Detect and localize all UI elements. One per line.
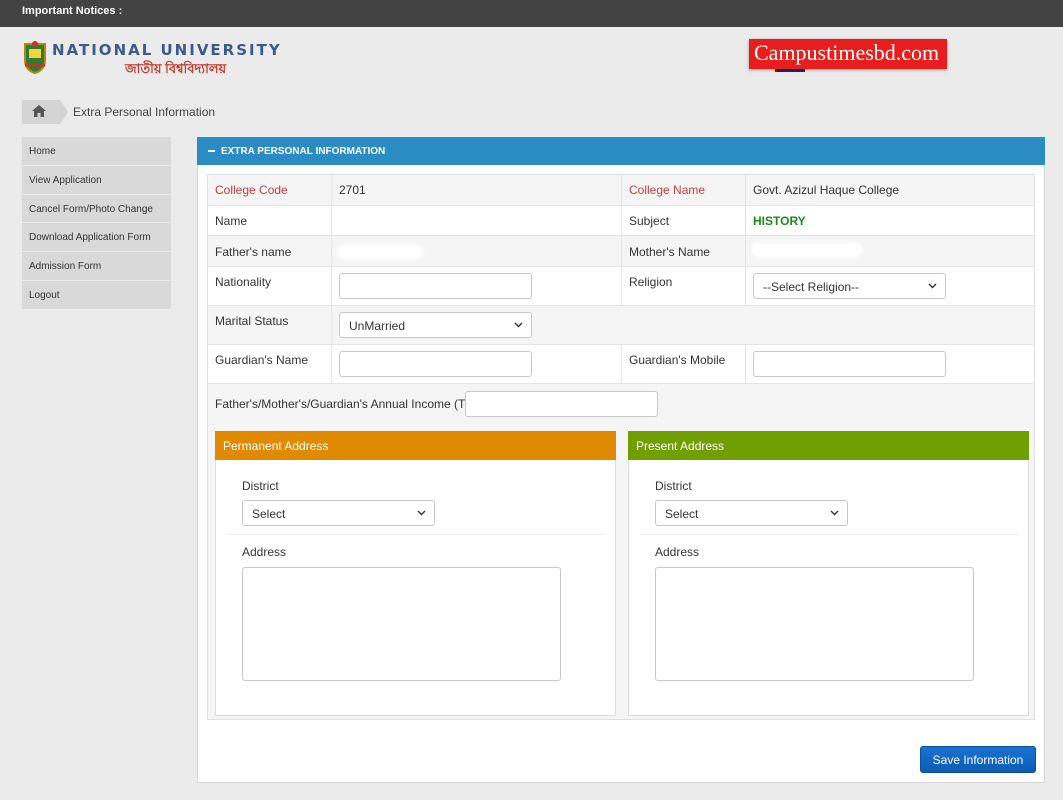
present-district-selected: Select	[665, 507, 699, 521]
chevron-down-icon	[417, 510, 426, 516]
logo-text-english: NATIONAL UNIVERSITY	[52, 41, 282, 59]
father-name-redacted	[339, 246, 421, 258]
extra-info-panel: EXTRA PERSONAL INFORMATION College Code …	[197, 137, 1045, 783]
permanent-address-section: Permanent Address District Select Addres…	[215, 431, 616, 716]
marital-status-selected: UnMarried	[349, 319, 406, 333]
logo-text-bangla: জাতীয় বিশ্ববিদ্যালয়	[125, 61, 227, 76]
permanent-district-selected: Select	[252, 507, 286, 521]
marital-status-select[interactable]: UnMarried	[339, 312, 532, 338]
sidebar-item-admission-form[interactable]: Admission Form	[22, 252, 171, 281]
religion-selected: --Select Religion--	[763, 280, 860, 294]
nationality-input[interactable]	[339, 273, 532, 299]
present-address-header: Present Address	[628, 431, 1029, 460]
permanent-district-select[interactable]: Select	[242, 500, 435, 526]
collapse-icon[interactable]	[208, 150, 215, 152]
sidebar-item-cancel-form[interactable]: Cancel Form/Photo Change	[22, 194, 171, 224]
home-icon	[32, 105, 46, 117]
present-district-select[interactable]: Select	[655, 500, 848, 526]
guardian-name-input[interactable]	[339, 351, 532, 377]
annual-income-label: Father's/Mother's/Guardian's Annual Inco…	[215, 397, 476, 411]
divider	[640, 534, 1018, 535]
sidebar-nav: Home View Application Cancel Form/Photo …	[22, 137, 171, 310]
nationality-label: Nationality	[215, 275, 272, 289]
table-row: Name Subject HISTORY	[208, 206, 1034, 236]
breadcrumb-current: Extra Personal Information	[73, 105, 216, 119]
divider	[227, 534, 605, 535]
guardian-mobile-label: Guardian's Mobile	[629, 353, 726, 367]
sidebar-item-home[interactable]: Home	[22, 137, 171, 166]
watermark-label: Campustimesbd.com	[749, 39, 948, 69]
permanent-address-label: Address	[242, 545, 287, 559]
guardian-name-label: Guardian's Name	[215, 353, 308, 367]
table-row: Father's/Mother's/Guardian's Annual Inco…	[208, 384, 1034, 422]
permanent-district-label: District	[242, 479, 279, 493]
panel-title: EXTRA PERSONAL INFORMATION	[221, 146, 386, 157]
father-name-label: Father's name	[215, 245, 292, 259]
notice-label: Important Notices :	[22, 5, 123, 17]
mother-name-label: Mother's Name	[629, 245, 710, 259]
chevron-down-icon	[514, 322, 523, 328]
sidebar-item-logout[interactable]: Logout	[22, 280, 171, 310]
college-name-label: College Name	[629, 183, 706, 197]
info-table: College Code 2701 College Name Govt. Azi…	[207, 174, 1035, 720]
chevron-down-icon	[928, 283, 937, 289]
college-code-label: College Code	[215, 183, 288, 197]
college-name-value: Govt. Azizul Haque College	[753, 183, 900, 197]
marital-status-label: Marital Status	[215, 314, 289, 328]
religion-label: Religion	[629, 275, 673, 289]
mother-name-redacted	[753, 244, 861, 256]
table-row: Guardian's Name Guardian's Mobile	[208, 345, 1034, 384]
site-header: NATIONAL UNIVERSITY জাতীয় বিশ্ববিদ্যালয…	[0, 27, 1063, 90]
permanent-address-header: Permanent Address	[215, 431, 616, 460]
table-row: Father's name Mother's Name	[208, 236, 1034, 267]
breadcrumb-home[interactable]	[22, 100, 68, 124]
present-address-label: Address	[655, 545, 700, 559]
permanent-address-textarea[interactable]	[242, 567, 561, 681]
present-address-textarea[interactable]	[655, 567, 974, 681]
table-row: Marital Status UnMarried	[208, 306, 1034, 345]
university-emblem-icon	[24, 41, 46, 74]
college-code-value: 2701	[339, 183, 366, 197]
panel-header[interactable]: EXTRA PERSONAL INFORMATION	[197, 137, 1045, 165]
religion-select[interactable]: --Select Religion--	[753, 273, 946, 299]
guardian-mobile-input[interactable]	[753, 351, 946, 377]
table-row: College Code 2701 College Name Govt. Azi…	[208, 175, 1034, 206]
breadcrumb: Extra Personal Information	[22, 100, 322, 124]
annual-income-input[interactable]	[465, 391, 658, 417]
important-notices-bar: Important Notices :	[0, 0, 1063, 27]
university-logo[interactable]: NATIONAL UNIVERSITY জাতীয় বিশ্ববিদ্যালয…	[22, 40, 280, 80]
subject-label: Subject	[629, 214, 670, 228]
table-row: Nationality Religion --Select Religion--	[208, 267, 1034, 306]
subject-value: HISTORY	[753, 214, 806, 228]
sidebar-item-view-application[interactable]: View Application	[22, 165, 171, 195]
present-district-label: District	[655, 479, 692, 493]
save-information-button[interactable]: Save Information	[920, 746, 1036, 773]
chevron-down-icon	[830, 510, 839, 516]
present-address-section: Present Address District Select Address	[628, 431, 1029, 716]
name-label: Name	[215, 214, 248, 228]
sidebar-item-download-form[interactable]: Download Application Form	[22, 223, 171, 253]
